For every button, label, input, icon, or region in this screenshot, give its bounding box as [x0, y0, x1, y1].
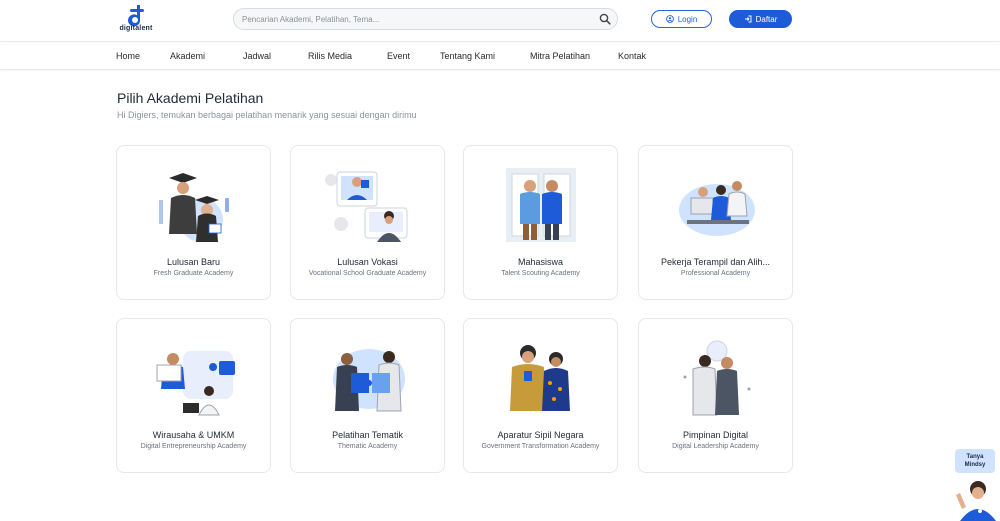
leadership-icon [683, 340, 751, 416]
academy-title: Pelatihan Tematik [332, 430, 403, 440]
main-nav: Home Akademi Jadwal Rilis Media Event Te… [0, 43, 1000, 70]
students-icon [506, 168, 576, 242]
page-title: Pilih Akademi Pelatihan [117, 90, 264, 106]
page-subtitle: Hi Digiers, temukan berbagai pelatihan m… [117, 110, 417, 120]
graduation-icon [159, 173, 229, 242]
nav-item-jadwal[interactable]: Jadwal [243, 51, 271, 61]
academy-title: Lulusan Vokasi [337, 257, 398, 267]
academy-card-entrepreneur[interactable]: Wirausaha & UMKM Digital Entrepreneurshi… [116, 318, 271, 473]
academy-subtitle: Digital Leadership Academy [672, 443, 759, 450]
civil-servant-icon [510, 345, 570, 411]
nav-item-mitra-pelatihan[interactable]: Mitra Pelatihan [530, 51, 590, 61]
academy-card-students[interactable]: Mahasiswa Talent Scouting Academy [463, 145, 618, 300]
chat-widget-line2: Mindsy [964, 462, 986, 468]
nav-item-akademi[interactable]: Akademi [170, 51, 205, 61]
academy-subtitle: Vocational School Graduate Academy [308, 270, 427, 277]
entrepreneur-icon [156, 351, 235, 416]
academy-subtitle: Professional Academy [680, 270, 751, 277]
academy-card-leadership[interactable]: Pimpinan Digital Digital Leadership Acad… [638, 318, 793, 473]
academy-card-thematic[interactable]: Pelatihan Tematik Thematic Academy [290, 318, 445, 473]
academy-subtitle: Digital Entrepreneurship Academy [140, 443, 247, 450]
chat-widget-line1: Tanya [966, 454, 984, 460]
sign-in-icon [744, 15, 752, 23]
professional-icon [679, 181, 755, 236]
logo-icon [128, 5, 144, 26]
chat-widget-label[interactable]: Tanya Mindsy [955, 449, 995, 473]
nav-item-kontak[interactable]: Kontak [618, 51, 646, 61]
brand-logo[interactable]: digitalent [117, 4, 155, 38]
login-button[interactable]: Login [651, 10, 712, 28]
academy-subtitle: Talent Scouting Academy [501, 270, 580, 277]
user-icon [665, 15, 674, 23]
academy-title: Wirausaha & UMKM [152, 430, 235, 440]
vocational-icon [325, 171, 408, 242]
login-label: Login [677, 14, 698, 24]
search-bar [233, 8, 618, 30]
puzzle-icon [333, 349, 405, 412]
nav-item-home[interactable]: Home [116, 51, 140, 61]
search-icon[interactable] [599, 13, 611, 25]
academy-card-fresh-graduate[interactable]: Lulusan Baru Fresh Graduate Academy [116, 145, 271, 300]
academy-title: Lulusan Baru [166, 257, 221, 267]
register-label: Daftar [755, 14, 778, 24]
academy-title: Aparatur Sipil Negara [497, 430, 584, 440]
academy-subtitle: Fresh Graduate Academy [153, 270, 234, 277]
academy-card-civil-servant[interactable]: Aparatur Sipil Negara Government Transfo… [463, 318, 618, 473]
nav-item-rilis-media[interactable]: Rilis Media [308, 51, 352, 61]
academy-subtitle: Thematic Academy [337, 443, 398, 450]
search-input[interactable] [242, 12, 592, 27]
academy-title: Pimpinan Digital [682, 430, 749, 440]
register-button[interactable]: Daftar [729, 10, 792, 28]
academy-card-professional[interactable]: Pekerja Terampil dan Alih... Professiona… [638, 145, 793, 300]
academy-title: Pekerja Terampil dan Alih... [661, 257, 770, 267]
nav-item-tentang-kami[interactable]: Tentang Kami [440, 51, 495, 61]
academy-card-vocational[interactable]: Lulusan Vokasi Vocational School Graduat… [290, 145, 445, 300]
top-bar: digitalent Login Daftar [0, 0, 1000, 42]
academy-title: Mahasiswa [517, 257, 564, 267]
academy-subtitle: Government Transformation Academy [481, 443, 600, 450]
brand-name: digitalent [119, 25, 153, 32]
nav-item-event[interactable]: Event [387, 51, 410, 61]
